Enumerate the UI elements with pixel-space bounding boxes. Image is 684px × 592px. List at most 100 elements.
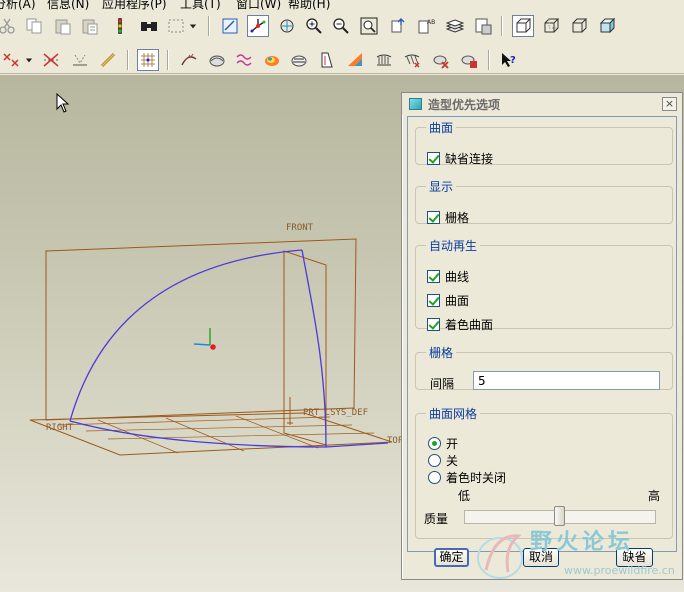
regen-surfaces-checkbox[interactable]: 曲面 (427, 292, 469, 308)
repaint-icon[interactable] (219, 15, 241, 37)
regen-shaded-check[interactable] (427, 317, 440, 331)
surface-analysis-icon[interactable] (206, 49, 228, 71)
right-plane-label: RIGHT (46, 423, 74, 433)
regen-curves-label: 曲线 (445, 269, 470, 284)
grid-toggle-icon[interactable] (137, 49, 159, 71)
svg-text:AB: AB (427, 19, 435, 26)
grid-display-label: 栅格 (445, 210, 470, 225)
reorient-icon[interactable] (387, 15, 409, 37)
mesh-on-radio-button[interactable] (428, 436, 441, 450)
mesh-off-when-shaded-radio-button[interactable] (428, 470, 441, 484)
grid-display-checkbox[interactable]: 栅格 (427, 209, 469, 225)
grid-spacing-label: 间隔 (430, 377, 455, 391)
draft-icon[interactable] (344, 49, 366, 71)
reflection-icon[interactable] (233, 49, 255, 71)
wireframe-icon[interactable] (512, 15, 534, 37)
analysis-toolbar: ? (0, 44, 684, 74)
grid-spacing-input[interactable] (473, 371, 660, 390)
dropdown-arrow-icon[interactable] (186, 15, 200, 37)
section-icon[interactable] (288, 49, 310, 71)
zoom-out-icon[interactable] (330, 15, 352, 37)
offset-icon[interactable] (316, 49, 338, 71)
gaussian-icon[interactable] (261, 49, 283, 71)
model-display-icon[interactable] (472, 15, 494, 37)
mouse-cursor-icon (56, 93, 70, 113)
orient-mode-icon[interactable] (276, 15, 298, 37)
display-group-legend: 显示 (429, 180, 454, 194)
surface-group-legend: 曲面 (429, 121, 454, 135)
menu-tools[interactable]: 工具(T) (180, 0, 221, 10)
mesh-off-when-shaded-label: 着色时关闭 (446, 470, 507, 485)
default-connect-checkbox[interactable]: 缺省连接 (427, 150, 493, 166)
dialog-app-icon (409, 98, 422, 110)
spin-center-icon[interactable] (247, 15, 269, 37)
auto-regen-group-legend: 自动再生 (429, 239, 478, 253)
mesh-off-label: 关 (446, 453, 459, 468)
find-icon[interactable] (138, 15, 160, 37)
main-toolbar: AB (0, 10, 684, 44)
default-connect-label: 缺省连接 (445, 151, 494, 166)
quality-slider-thumb[interactable] (553, 506, 565, 526)
mesh-off-when-shaded-radio[interactable]: 着色时关闭 (428, 469, 506, 485)
regen-shaded-label: 着色曲面 (445, 317, 494, 332)
ok-button[interactable]: 确定 (434, 548, 469, 567)
copy-icon[interactable] (23, 15, 45, 37)
select-box-icon[interactable] (165, 15, 187, 37)
front-plane-label: FRONT (286, 223, 314, 233)
spin-center-triad (193, 328, 216, 350)
regenerate-icon[interactable] (109, 15, 131, 37)
menu-help[interactable]: 帮助(H) (288, 0, 330, 10)
shading-icon[interactable] (596, 15, 618, 37)
menu-window[interactable]: 窗口(W) (236, 0, 281, 10)
paste-special-icon[interactable] (79, 15, 101, 37)
curve-analysis-icon[interactable] (178, 49, 200, 71)
delete-analysis-icon[interactable] (430, 49, 452, 71)
refit-icon[interactable] (358, 15, 380, 37)
display-group: 显示 栅格 (415, 178, 673, 225)
surface-group: 曲面 缺省连接 (415, 119, 673, 166)
hide-analysis-icon[interactable] (458, 49, 480, 71)
close-button[interactable]: × (662, 97, 677, 111)
chain-icon[interactable] (97, 49, 119, 71)
mesh-on-label: 开 (446, 436, 459, 451)
dialog-body: 曲面 缺省连接 显示 栅格 自动再生 曲线 曲面 着色曲面 栅格 间隔 5 曲面… (407, 116, 677, 552)
regen-surfaces-check[interactable] (427, 293, 440, 307)
curve-tools-icon[interactable] (0, 49, 22, 71)
cancel-button[interactable]: 取消 (523, 548, 559, 567)
default-button[interactable]: 缺省 (616, 548, 653, 567)
auto-regen-group: 自动再生 曲线 曲面 着色曲面 (415, 237, 673, 332)
regen-shaded-checkbox[interactable]: 着色曲面 (427, 316, 493, 332)
no-hidden-icon[interactable] (568, 15, 590, 37)
hidden-line-icon[interactable] (540, 15, 562, 37)
dialog-titlebar[interactable]: 造型优先选项 × (402, 93, 682, 115)
menu-info[interactable]: 信息(N) (47, 0, 89, 10)
zoom-in-icon[interactable] (303, 15, 325, 37)
measure-icon[interactable] (69, 49, 91, 71)
menu-analysis[interactable]: 分析(A) (0, 0, 36, 10)
mesh-off-radio-button[interactable] (428, 453, 441, 467)
named-views-icon[interactable]: AB (415, 15, 437, 37)
surface-mesh-group-legend: 曲面网格 (429, 407, 478, 421)
slope-icon[interactable] (401, 49, 423, 71)
menu-bar: 分析(A) 信息(N) 应用程序(P) 工具(T) 窗口(W) 帮助(H) (0, 0, 684, 10)
whats-this-icon[interactable]: ? (498, 49, 520, 71)
regen-curves-check[interactable] (427, 269, 440, 283)
deviation-icon[interactable] (373, 49, 395, 71)
layers-icon[interactable] (444, 15, 466, 37)
style-preferences-dialog: 造型优先选项 × 曲面 缺省连接 显示 栅格 自动再生 曲线 曲面 着色曲面 栅… (401, 92, 683, 580)
csys-label: PRT_CSYS_DEF (303, 408, 369, 418)
menu-applications[interactable]: 应用程序(P) (102, 0, 167, 10)
mesh-off-radio[interactable]: 关 (428, 452, 458, 468)
paste-icon[interactable] (52, 15, 74, 37)
regen-curves-checkbox[interactable]: 曲线 (427, 268, 469, 284)
grid-display-check[interactable] (427, 210, 440, 224)
trim-icon[interactable] (40, 49, 62, 71)
default-connect-check[interactable] (427, 151, 440, 165)
dialog-title: 造型优先选项 (428, 98, 501, 112)
dropdown-arrow-icon[interactable] (22, 49, 36, 71)
quality-high-label: 高 (648, 489, 661, 503)
quality-label: 质量 (424, 512, 449, 526)
scissors-icon[interactable] (0, 15, 18, 37)
boundary-curve-1 (69, 249, 303, 422)
mesh-on-radio[interactable]: 开 (428, 435, 458, 451)
